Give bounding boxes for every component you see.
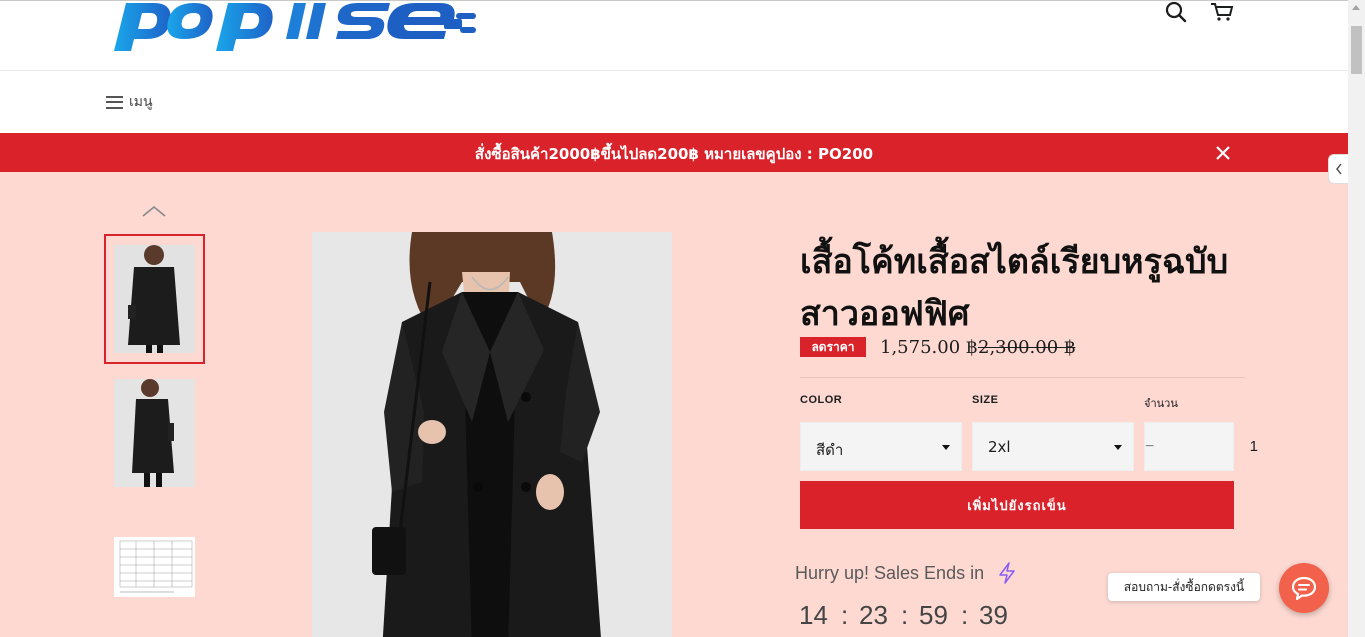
countdown-separator: : bbox=[841, 600, 849, 630]
sale-badge: ลดราคา bbox=[800, 337, 866, 357]
product-section: เสื้อโค้ทเสื้อสไตล์เรียบหรูฉบับสาวออฟฟิศ… bbox=[0, 172, 1348, 637]
thumbnail-image bbox=[114, 537, 195, 597]
search-icon[interactable] bbox=[1164, 1, 1188, 25]
announcement-bar: สั่งซื้อสินค้า2000฿ขึ้นไปลด200฿ หมายเลขค… bbox=[0, 133, 1348, 172]
add-to-cart-button[interactable]: เพิ่มไปยังรถเข็น bbox=[800, 481, 1234, 529]
site-header bbox=[0, 1, 1348, 71]
side-panel-toggle[interactable] bbox=[1328, 154, 1348, 184]
chevron-down-icon bbox=[1114, 445, 1122, 450]
countdown-seconds: 59 bbox=[919, 600, 948, 630]
menu-button[interactable]: เมนู bbox=[106, 91, 153, 113]
lightning-icon bbox=[999, 562, 1015, 584]
color-label: COLOR bbox=[800, 394, 843, 406]
thumbnail-2[interactable] bbox=[104, 368, 205, 498]
quantity-stepper: − + bbox=[1144, 422, 1348, 471]
chevron-up-icon[interactable] bbox=[141, 204, 167, 218]
scrollbar-thumb[interactable] bbox=[1351, 26, 1362, 74]
quantity-label: จำนวน bbox=[1144, 397, 1178, 410]
chevron-down-icon bbox=[942, 445, 950, 450]
scroll-up-arrow[interactable] bbox=[1352, 5, 1360, 10]
product-price: 1,575.00 ฿ bbox=[880, 337, 978, 358]
countdown-label-text: Hurry up! Sales Ends in bbox=[795, 562, 985, 583]
color-value: สีดำ bbox=[816, 441, 844, 459]
chat-button[interactable] bbox=[1279, 563, 1329, 613]
chat-bubble-icon bbox=[1291, 576, 1317, 601]
countdown-hours: 14 bbox=[799, 600, 828, 630]
hamburger-icon bbox=[106, 95, 123, 109]
size-value: 2xl bbox=[988, 438, 1011, 456]
announcement-text: สั่งซื้อสินค้า2000฿ขึ้นไปลด200฿ หมายเลขค… bbox=[474, 145, 874, 163]
chat-label[interactable]: สอบถาม-สั่งซื้อกดตรงนี้ bbox=[1108, 573, 1260, 601]
divider bbox=[800, 377, 1245, 378]
countdown-centis: 39 bbox=[979, 600, 1008, 630]
thumbnail-image bbox=[114, 379, 195, 487]
menu-label: เมนู bbox=[129, 94, 153, 110]
page-scrollbar[interactable] bbox=[1348, 0, 1365, 637]
size-label: SIZE bbox=[972, 394, 999, 406]
main-product-image[interactable] bbox=[312, 232, 672, 637]
compare-price: 2,300.00 ฿ bbox=[978, 337, 1076, 358]
chevron-left-icon bbox=[1335, 163, 1342, 175]
thumbnail-image bbox=[114, 245, 195, 353]
quantity-decrease-button[interactable]: − bbox=[1145, 423, 1154, 470]
product-title: เสื้อโค้ทเสื้อสไตล์เรียบหรูฉบับสาวออฟฟิศ bbox=[800, 242, 1229, 334]
close-icon[interactable] bbox=[1214, 144, 1232, 162]
countdown-separator: : bbox=[901, 600, 909, 630]
thumbnail-3-size-chart[interactable] bbox=[104, 502, 205, 632]
countdown-minutes: 23 bbox=[859, 600, 888, 630]
countdown-separator: : bbox=[961, 600, 969, 630]
countdown-timer: 14 : 23 : 59 : 39 bbox=[799, 600, 1021, 631]
cart-icon[interactable] bbox=[1210, 1, 1234, 25]
thumbnail-1[interactable] bbox=[104, 234, 205, 364]
countdown-label: Hurry up! Sales Ends in bbox=[795, 562, 1018, 584]
site-nav: เมนู bbox=[0, 71, 1348, 133]
store-logo[interactable] bbox=[104, 1, 564, 53]
color-select[interactable]: สีดำ bbox=[800, 422, 962, 471]
size-select[interactable]: 2xl bbox=[972, 422, 1134, 471]
quantity-input[interactable] bbox=[1154, 423, 1348, 470]
